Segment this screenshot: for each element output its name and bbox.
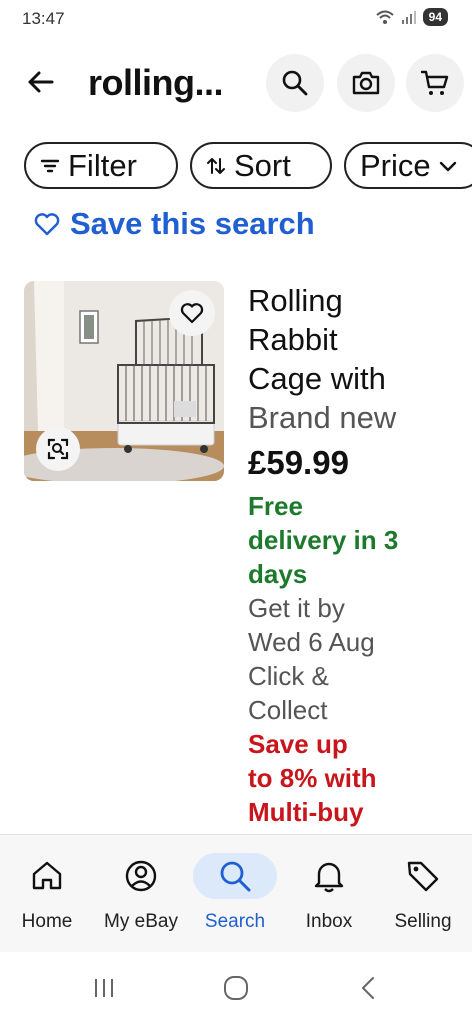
account-icon [125,860,157,892]
search-button[interactable] [266,54,324,112]
nav-inbox-label: Inbox [305,911,353,932]
sort-icon [207,157,225,174]
delivery-line: delivery in 3 [248,525,399,555]
nav-selling-label: Selling [394,911,452,932]
filter-chip-label: Filter [68,147,137,183]
click-collect-line: Collect [248,695,328,725]
click-collect-line: Click & [248,661,329,691]
chevron-down-icon [439,161,456,171]
back-arrow-icon [28,71,54,93]
recents-icon [95,979,113,997]
price-chip-label: Price [360,147,431,183]
sort-chip-label: Sort [234,147,291,183]
heart-outline-icon [34,213,60,236]
home-circle-icon [224,976,248,1000]
nav-home[interactable]: Home [0,835,94,953]
listing-image[interactable] [24,281,224,481]
delivery-line: days [248,559,308,589]
signal-icon [401,11,416,24]
system-home-button[interactable] [216,972,256,1004]
camera-search-button[interactable] [337,54,395,112]
listing-title-line: Rolling [248,283,343,318]
cart-button[interactable] [406,54,464,112]
nav-selling[interactable]: Selling [376,835,470,953]
nav-my-ebay-icon-wrap [99,853,183,899]
listing-title[interactable]: Rolling Rabbit Cage with [248,281,448,398]
listing-click-collect: Click & Collect [248,659,448,727]
search-icon [220,861,251,892]
listing-delivery: Free delivery in 3 days [248,489,448,591]
filter-icon [40,159,60,172]
get-it-by-line: Wed 6 Aug [248,627,375,657]
listing-title-line: Cage with [248,361,386,396]
bell-icon [314,862,344,893]
bottom-nav: Home My eBay Search Inbox Selling [0,834,472,952]
nav-my-ebay[interactable]: My eBay [94,835,188,953]
status-time: 13:47 [22,9,65,28]
listing-price: £59.99 [248,444,349,481]
nav-home-label: Home [21,911,73,932]
get-it-by-line: Get it by [248,593,345,623]
search-query[interactable]: rolling... [88,62,224,104]
system-nav-bar [0,952,472,1024]
nav-selling-icon-wrap [381,853,465,899]
system-back-button[interactable] [348,972,388,1004]
battery-icon: 94 [422,8,448,26]
nav-my-ebay-label: My eBay [104,911,178,932]
wishlist-button[interactable] [169,290,215,336]
nav-inbox-icon-wrap [287,853,371,899]
listing-promo: Save up to 8% with Multi-buy [248,727,448,829]
visual-search-button[interactable] [36,427,80,471]
price-chip[interactable]: Price [344,142,472,189]
back-button[interactable] [20,64,60,100]
home-icon [32,861,62,890]
delivery-line: Free [248,491,303,521]
visual-search-icon [47,438,69,460]
back-chevron-icon [362,977,374,999]
nav-home-icon-wrap [5,853,89,899]
promo-line: to 8% with [248,763,377,793]
promo-line: Multi-buy [248,797,364,827]
sort-chip[interactable]: Sort [190,142,332,189]
wifi-icon [375,10,394,24]
save-search-link[interactable]: Save this search [34,206,315,242]
listing-get-it-by: Get it by Wed 6 Aug [248,591,448,659]
listing-info: Rolling Rabbit Cage with Brand new £59.9… [248,281,448,829]
recents-button[interactable] [84,972,124,1004]
camera-icon [352,71,380,95]
filter-chip[interactable]: Filter [24,142,178,189]
cart-icon [420,70,449,95]
nav-search-icon-wrap [193,853,277,899]
status-icons: 94 [375,8,448,26]
search-header: rolling... [0,54,472,112]
save-search-label: Save this search [70,206,315,241]
search-icon [282,70,308,96]
listing-condition: Brand new [248,400,397,435]
tag-icon [407,861,439,892]
wishlist-heart-icon [180,303,204,324]
nav-search[interactable]: Search [188,835,282,953]
promo-line: Save up [248,729,348,759]
nav-inbox[interactable]: Inbox [282,835,376,953]
nav-search-label: Search [204,911,266,932]
listing-title-line: Rabbit [248,322,338,357]
status-bar: 13:47 94 [0,0,472,40]
